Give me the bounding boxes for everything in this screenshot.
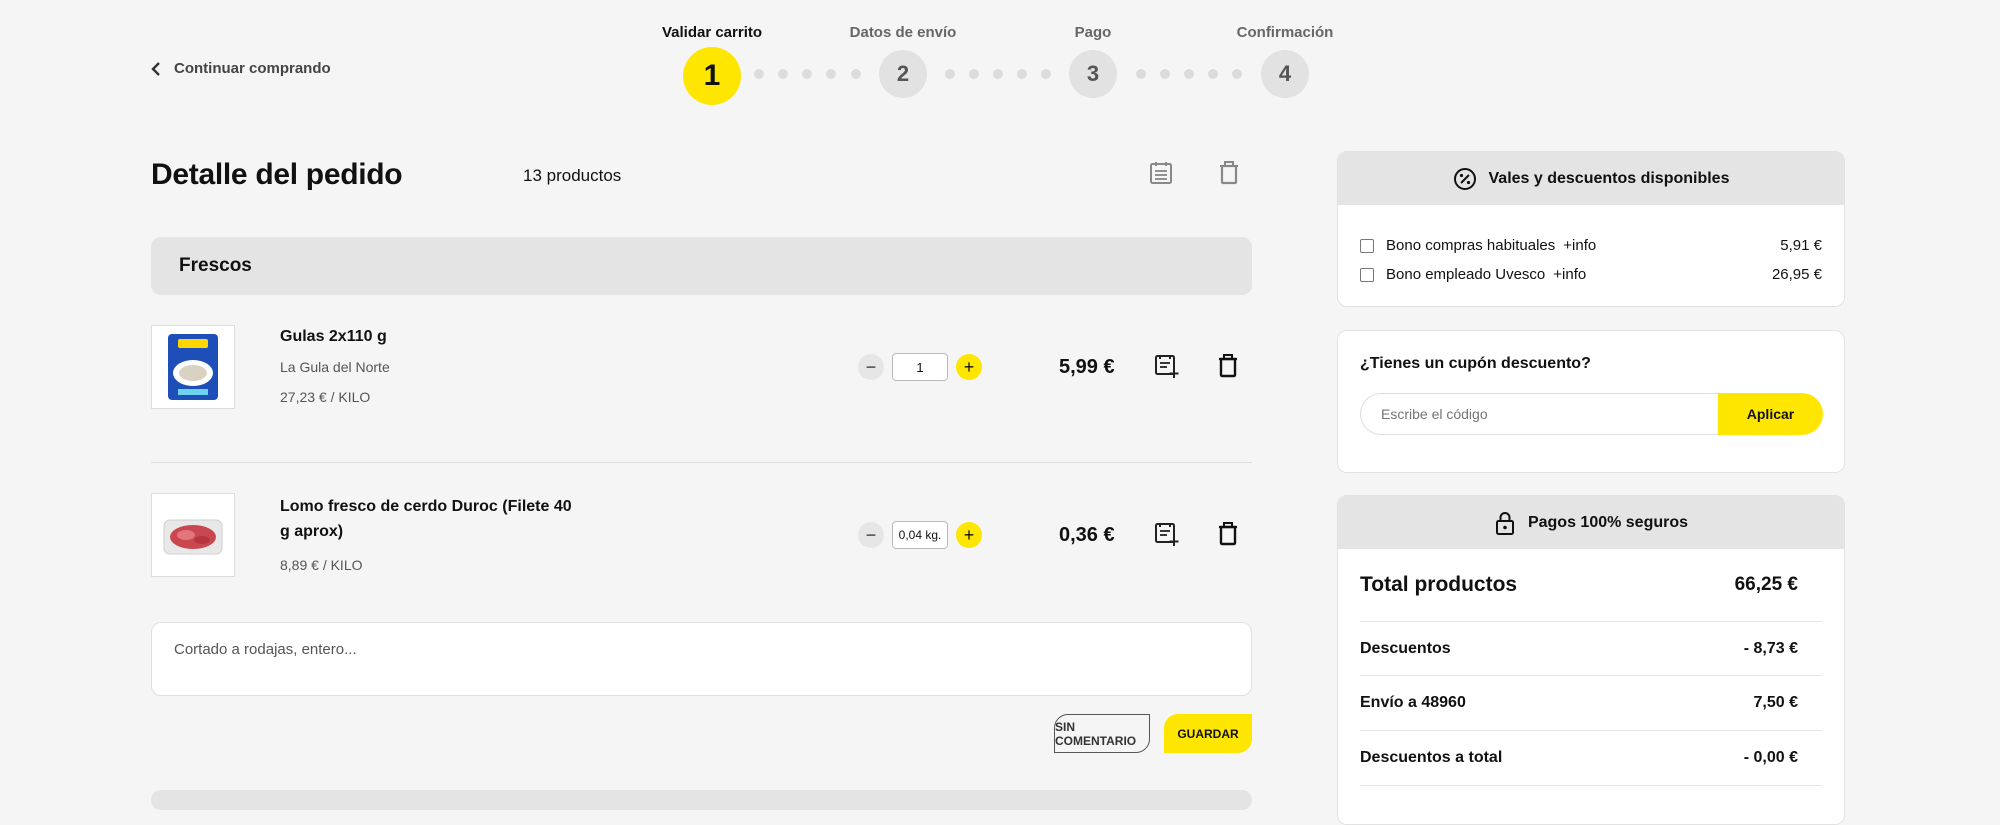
no-comment-button[interactable]: SIN COMENTARIO [1054, 714, 1150, 753]
save-comment-button[interactable]: GUARDAR [1164, 714, 1252, 753]
step-label-1: Validar carrito [661, 24, 763, 41]
gulas-package-image [168, 334, 218, 400]
total-discounts-label: Descuentos a total [1360, 749, 1503, 766]
secure-payments-title: Pagos 100% seguros [1527, 513, 1689, 531]
page-title: Detalle del pedido [151, 158, 403, 191]
progress-dot [993, 69, 1003, 79]
quantity-input[interactable] [892, 521, 948, 549]
summary-row: Envío a 48960 7,50 € [1360, 676, 1822, 731]
notes-list-icon[interactable] [1148, 160, 1174, 186]
quantity-input[interactable] [892, 353, 948, 381]
progress-dot [778, 69, 788, 79]
voucher-row: Bono compras habituales +info 5,91 € [1338, 231, 1844, 260]
product-image[interactable] [151, 325, 235, 409]
progress-dot [754, 69, 764, 79]
progress-dot [969, 69, 979, 79]
total-products-label: Total productos [1360, 573, 1518, 596]
progress-dot [1232, 69, 1242, 79]
product-unit-price: 8,89 € / KILO [280, 557, 363, 573]
delete-product-icon[interactable] [1215, 521, 1241, 547]
product-name[interactable]: Lomo fresco de cerdo Duroc (Filete 40 g … [280, 494, 580, 544]
decrease-quantity-button[interactable]: − [858, 522, 884, 548]
progress-dot [1136, 69, 1146, 79]
voucher-amount: 5,91 € [1780, 237, 1822, 254]
apply-coupon-button[interactable]: Aplicar [1718, 393, 1823, 435]
product-unit-price: 27,23 € / KILO [280, 389, 371, 405]
lock-icon [1495, 511, 1514, 535]
delete-product-icon[interactable] [1215, 353, 1241, 379]
shipping-value: 7,50 € [1753, 694, 1798, 711]
chevron-left-icon [151, 61, 160, 76]
product-name[interactable]: Gulas 2x110 g [280, 324, 387, 349]
comment-textarea[interactable]: Cortado a rodajas, entero... [151, 622, 1252, 696]
voucher-checkbox[interactable] [1360, 267, 1374, 282]
progress-dot [802, 69, 812, 79]
progress-dot [1041, 69, 1051, 79]
coupon-card: ¿Tienes un cupón descuento? Aplicar [1337, 330, 1845, 473]
add-note-icon[interactable] [1154, 352, 1180, 378]
voucher-label: Bono empleado Uvesco [1386, 266, 1546, 283]
step-label-3: Pago [1074, 24, 1112, 41]
summary-row: Descuentos a total - 0,00 € [1360, 731, 1822, 786]
percent-badge-icon [1453, 167, 1476, 190]
step-circle-2: 2 [879, 50, 927, 98]
progress-dot [1184, 69, 1194, 79]
next-section-header [151, 790, 1252, 810]
summary-card: Pagos 100% seguros Total productos 66,25… [1337, 495, 1845, 825]
product-divider [151, 462, 1252, 463]
product-count: 13 productos [523, 166, 622, 185]
add-note-icon[interactable] [1154, 520, 1180, 546]
product-price: 0,36 € [1059, 524, 1115, 546]
voucher-amount: 26,95 € [1771, 266, 1822, 283]
progress-dot [1160, 69, 1170, 79]
progress-dot [1208, 69, 1218, 79]
voucher-info-link[interactable]: +info [1563, 237, 1596, 254]
increase-quantity-button[interactable]: + [956, 354, 982, 380]
step-label-2: Datos de envío [849, 24, 957, 41]
product-brand: La Gula del Norte [280, 359, 390, 375]
summary-row: Descuentos - 8,73 € [1360, 622, 1822, 676]
product-image[interactable] [151, 493, 235, 577]
vouchers-header: Vales y descuentos disponibles [1338, 152, 1844, 205]
secure-payments-header: Pagos 100% seguros [1338, 496, 1844, 549]
total-products-value: 66,25 € [1734, 574, 1798, 595]
product-price: 5,99 € [1059, 356, 1115, 378]
voucher-label: Bono compras habituales [1386, 237, 1556, 254]
progress-dot [826, 69, 836, 79]
vouchers-card: Vales y descuentos disponibles Bono comp… [1337, 151, 1845, 307]
section-header-frescos: Frescos [151, 237, 1252, 295]
quantity-stepper: − + [858, 521, 982, 549]
step-circle-4: 4 [1261, 50, 1309, 98]
progress-dot [945, 69, 955, 79]
continue-shopping-label: Continuar comprando [174, 60, 331, 77]
trash-icon[interactable] [1216, 160, 1242, 186]
voucher-info-link[interactable]: +info [1553, 266, 1586, 283]
step-circle-3: 3 [1069, 50, 1117, 98]
quantity-stepper: − + [858, 353, 982, 381]
voucher-checkbox[interactable] [1360, 238, 1374, 253]
decrease-quantity-button[interactable]: − [858, 354, 884, 380]
coupon-title: ¿Tienes un cupón descuento? [1360, 355, 1591, 372]
progress-dot [1017, 69, 1027, 79]
vouchers-title: Vales y descuentos disponibles [1488, 169, 1730, 187]
discounts-value: - 8,73 € [1743, 639, 1798, 657]
continue-shopping-link[interactable]: Continuar comprando [150, 60, 331, 77]
pork-loin-image [163, 519, 223, 555]
step-circle-1: 1 [683, 47, 741, 105]
total-products-row: Total productos 66,25 € [1360, 549, 1822, 622]
progress-dot [851, 69, 861, 79]
total-discounts-value: - 0,00 € [1743, 749, 1798, 766]
increase-quantity-button[interactable]: + [956, 522, 982, 548]
discounts-label: Descuentos [1360, 639, 1451, 657]
voucher-row: Bono empleado Uvesco +info 26,95 € [1338, 260, 1844, 289]
step-label-4: Confirmación [1236, 24, 1334, 41]
coupon-code-input[interactable] [1360, 393, 1720, 435]
shipping-label: Envío a 48960 [1360, 694, 1466, 711]
